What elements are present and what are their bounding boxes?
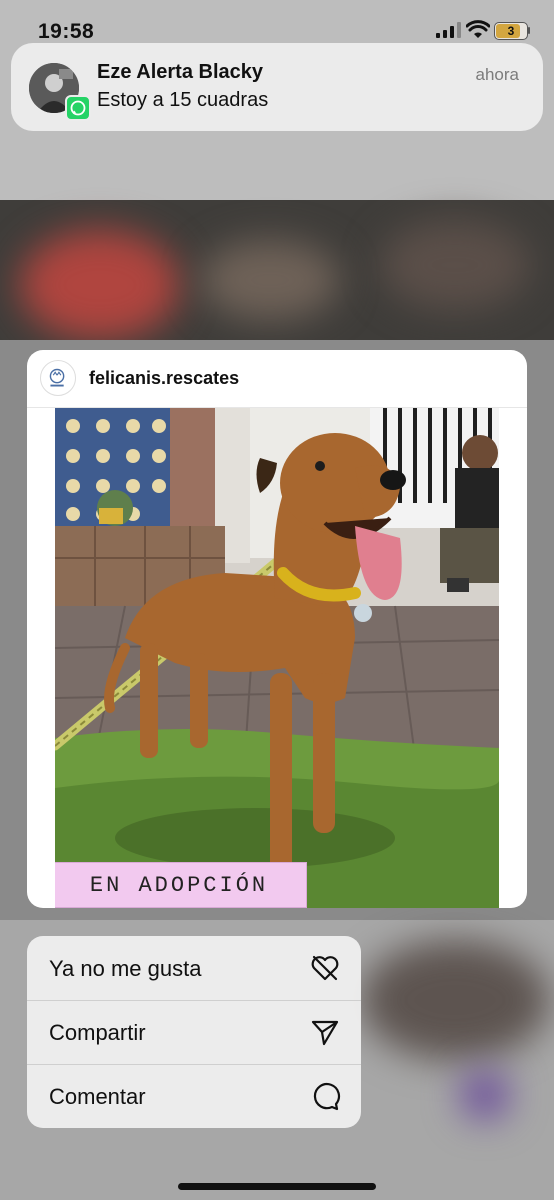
menu-item-unlike[interactable]: Ya no me gusta bbox=[27, 936, 361, 1001]
post-username[interactable]: felicanis.rescates bbox=[89, 368, 239, 389]
adoption-caption: EN ADOPCIÓN bbox=[55, 862, 307, 908]
post-image: EN ADOPCIÓN bbox=[55, 408, 499, 908]
notification-banner[interactable]: Eze Alerta Blacky Estoy a 15 cuadras aho… bbox=[11, 43, 543, 131]
notification-time: ahora bbox=[475, 65, 519, 84]
post-header: felicanis.rescates bbox=[27, 350, 527, 408]
whatsapp-icon bbox=[65, 95, 91, 121]
clock: 19:58 bbox=[38, 20, 95, 43]
profile-avatar[interactable] bbox=[40, 360, 76, 396]
wifi-icon bbox=[466, 20, 490, 38]
battery-level: 3 bbox=[507, 24, 515, 38]
comment-bubble-icon bbox=[313, 1083, 341, 1111]
menu-item-label: Ya no me gusta bbox=[49, 956, 202, 981]
post-preview-card[interactable]: felicanis.rescates EN ADOPCIÓN bbox=[27, 350, 527, 908]
battery-icon: 3 bbox=[494, 22, 528, 40]
status-bar: 19:58 3 bbox=[0, 0, 554, 44]
context-menu: Ya no me gusta Compartir Comentar bbox=[27, 936, 361, 1128]
menu-item-comment[interactable]: Comentar bbox=[27, 1064, 361, 1128]
paper-plane-icon bbox=[311, 1020, 339, 1046]
menu-item-label: Compartir bbox=[49, 1020, 146, 1045]
home-indicator[interactable] bbox=[178, 1183, 376, 1190]
menu-item-label: Comentar bbox=[49, 1084, 146, 1109]
menu-item-share[interactable]: Compartir bbox=[27, 1000, 361, 1065]
cellular-signal-icon bbox=[436, 22, 461, 38]
notification-message: Estoy a 15 cuadras bbox=[97, 89, 269, 111]
heart-slash-icon bbox=[311, 955, 339, 981]
notification-title: Eze Alerta Blacky bbox=[97, 61, 264, 83]
